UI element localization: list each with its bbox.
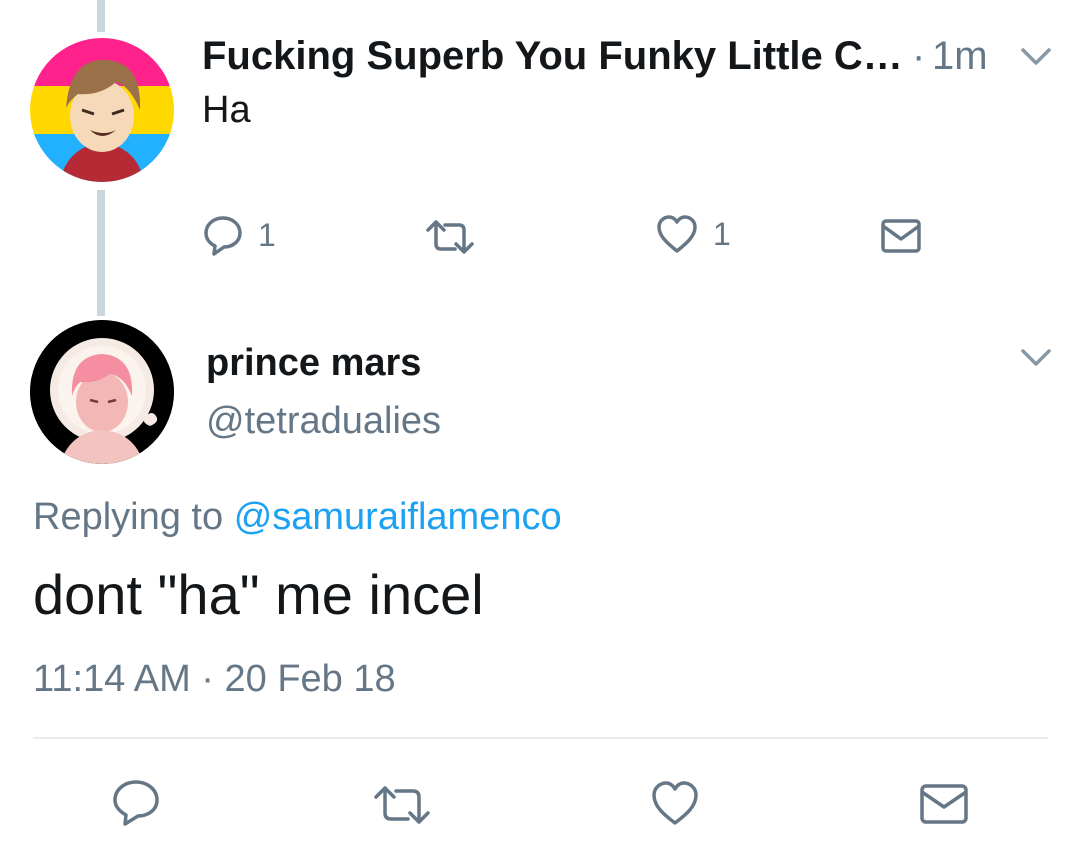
thread-line-bottom — [97, 190, 105, 316]
date-separator: · — [201, 658, 214, 700]
tweet-date: 20 Feb 18 — [224, 658, 396, 700]
envelope-icon — [880, 218, 922, 254]
like-button[interactable]: 1 — [655, 214, 731, 254]
replying-to: Replying to @samuraiflamenco — [33, 496, 562, 539]
reply-count: 1 — [258, 216, 276, 253]
avatar[interactable] — [30, 38, 174, 182]
like-button[interactable] — [650, 780, 700, 826]
main-tweet-text: dont "ha" me incel — [33, 563, 484, 626]
heart-icon — [655, 214, 699, 254]
reply-icon — [202, 214, 244, 256]
time-separator: · — [912, 34, 926, 78]
tweet-timestamp[interactable]: 11:14 AM · 20 Feb 18 — [33, 658, 396, 701]
chevron-down-icon[interactable] — [1020, 347, 1052, 374]
main-handle[interactable]: @tetradualies — [206, 400, 441, 443]
dm-button[interactable] — [880, 218, 922, 254]
retweet-button[interactable] — [372, 784, 432, 826]
dm-button[interactable] — [919, 783, 969, 825]
divider — [33, 737, 1048, 739]
retweet-button[interactable] — [424, 218, 476, 256]
reply-icon — [111, 778, 161, 826]
reply-button[interactable]: 1 — [202, 214, 276, 256]
reply-button[interactable] — [111, 778, 161, 826]
heart-icon — [650, 780, 700, 826]
chevron-down-icon[interactable] — [1020, 46, 1052, 73]
replying-to-handle[interactable]: @samuraiflamenco — [234, 496, 562, 538]
avatar[interactable] — [30, 320, 174, 464]
envelope-icon — [919, 783, 969, 825]
reply-time[interactable]: 1m — [932, 34, 988, 79]
main-display-name[interactable]: prince mars — [206, 342, 421, 385]
tweet-time: 11:14 AM — [33, 658, 191, 700]
reply-text: Ha — [202, 89, 251, 131]
reply-display-name[interactable]: Fucking Superb You Funky Little C… — [202, 34, 903, 79]
retweet-icon — [424, 218, 476, 256]
replying-label: Replying to — [33, 496, 224, 538]
like-count: 1 — [713, 215, 731, 252]
thread-line-top — [97, 0, 105, 32]
retweet-icon — [372, 784, 432, 826]
